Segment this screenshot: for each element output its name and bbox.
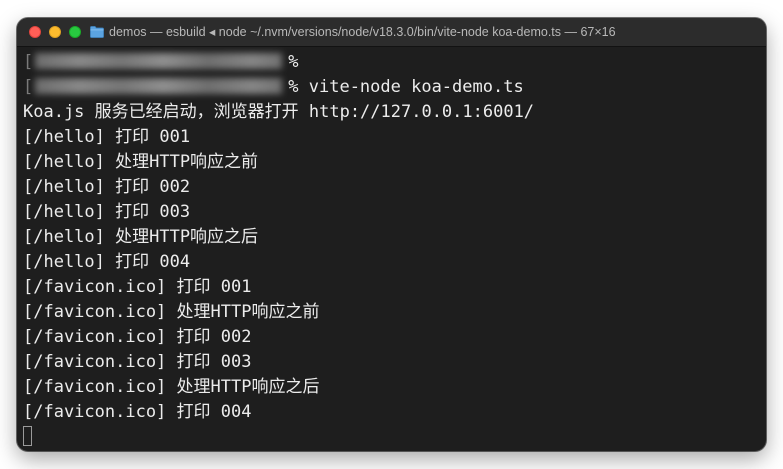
redacted-user-host: [35, 78, 283, 94]
output-line: [/favicon.ico] 处理HTTP响应之后: [23, 377, 320, 397]
minimize-window-button[interactable]: [49, 26, 61, 38]
terminal-window: demos — esbuild ◂ node ~/.nvm/versions/n…: [17, 18, 766, 451]
output-line: [/hello] 打印 003: [23, 202, 191, 222]
close-window-button[interactable]: [29, 26, 41, 38]
cursor-line: [23, 425, 760, 450]
output-line: [/favicon.ico] 打印 004: [23, 402, 252, 422]
output-line: [/hello] 处理HTTP响应之前: [23, 152, 259, 172]
prompt-mark: [: [23, 77, 34, 97]
terminal-content[interactable]: [% [% vite-node koa-demo.ts Koa.js 服务已经启…: [23, 50, 760, 451]
window-title: demos — esbuild ◂ node ~/.nvm/versions/n…: [109, 25, 616, 39]
output-line: [/favicon.ico] 打印 001: [23, 277, 252, 297]
prompt-line: [%: [23, 50, 760, 75]
prompt-symbol: %: [288, 77, 299, 97]
output-line: Koa.js 服务已经启动，浏览器打开 http://127.0.0.1:600…: [23, 102, 535, 122]
output-line: [/favicon.ico] 打印 002: [23, 327, 252, 347]
output-line: [/favicon.ico] 处理HTTP响应之前: [23, 302, 320, 322]
prompt-line: [% vite-node koa-demo.ts: [23, 75, 760, 100]
output-line: [/hello] 打印 002: [23, 177, 191, 197]
text-cursor: [23, 426, 32, 446]
folder-icon: [90, 26, 104, 38]
output-line: [/hello] 处理HTTP响应之后: [23, 227, 259, 247]
output-line: [/hello] 打印 004: [23, 252, 191, 272]
output-line: [/favicon.ico] 打印 003: [23, 352, 252, 372]
output-line: [/hello] 打印 001: [23, 127, 191, 147]
prompt-mark: [: [23, 52, 34, 72]
maximize-window-button[interactable]: [69, 26, 81, 38]
command-text: vite-node koa-demo.ts: [308, 77, 524, 97]
redacted-user-host: [35, 53, 283, 69]
title-bar[interactable]: demos — esbuild ◂ node ~/.nvm/versions/n…: [17, 18, 766, 47]
prompt-symbol: %: [288, 52, 299, 72]
